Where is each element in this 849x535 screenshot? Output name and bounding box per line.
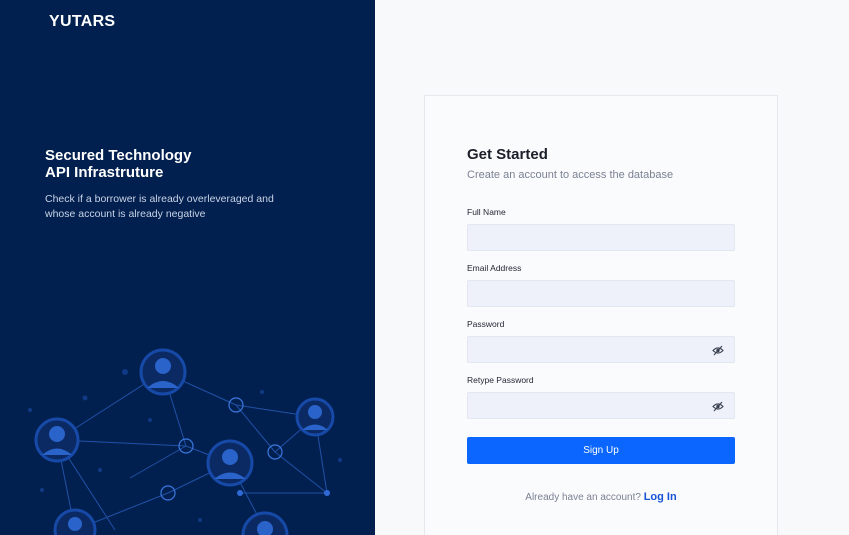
full-name-label: Full Name (467, 207, 506, 217)
full-name-input[interactable] (468, 225, 734, 250)
retype-password-field[interactable] (467, 392, 735, 419)
form-title: Get Started (467, 146, 548, 163)
brand-panel: YUTARS Secured Technology API Infrastrut… (0, 0, 375, 535)
password-input[interactable] (468, 337, 734, 362)
email-field[interactable] (467, 280, 735, 307)
hero-title-line-2: API Infrastruture (45, 164, 164, 181)
form-panel: Get Started Create an account to access … (375, 0, 849, 535)
sign-up-button[interactable]: Sign Up (467, 437, 735, 464)
password-label: Password (467, 319, 505, 329)
email-label: Email Address (467, 263, 522, 273)
password-field[interactable] (467, 336, 735, 363)
signup-card: Get Started Create an account to access … (424, 95, 778, 535)
eye-off-icon[interactable] (712, 401, 724, 412)
retype-password-label: Retype Password (467, 375, 534, 385)
form-subtitle: Create an account to access the database (467, 169, 674, 181)
hero-description: Check if a borrower is already overlever… (45, 193, 274, 220)
login-prompt-text: Already have an account? (525, 492, 641, 503)
hero-title-line-1: Secured Technology (45, 147, 192, 164)
people-network-illustration (28, 348, 342, 535)
retype-password-input[interactable] (468, 393, 734, 418)
hero-title: Secured Technology API Infrastruture (45, 147, 305, 181)
login-prompt: Already have an account? Log In (425, 491, 777, 503)
log-in-link[interactable]: Log In (644, 491, 677, 503)
full-name-field[interactable] (467, 224, 735, 251)
eye-off-icon[interactable] (712, 345, 724, 356)
email-input[interactable] (468, 281, 734, 306)
brand-logo: YUTARS (49, 13, 116, 30)
